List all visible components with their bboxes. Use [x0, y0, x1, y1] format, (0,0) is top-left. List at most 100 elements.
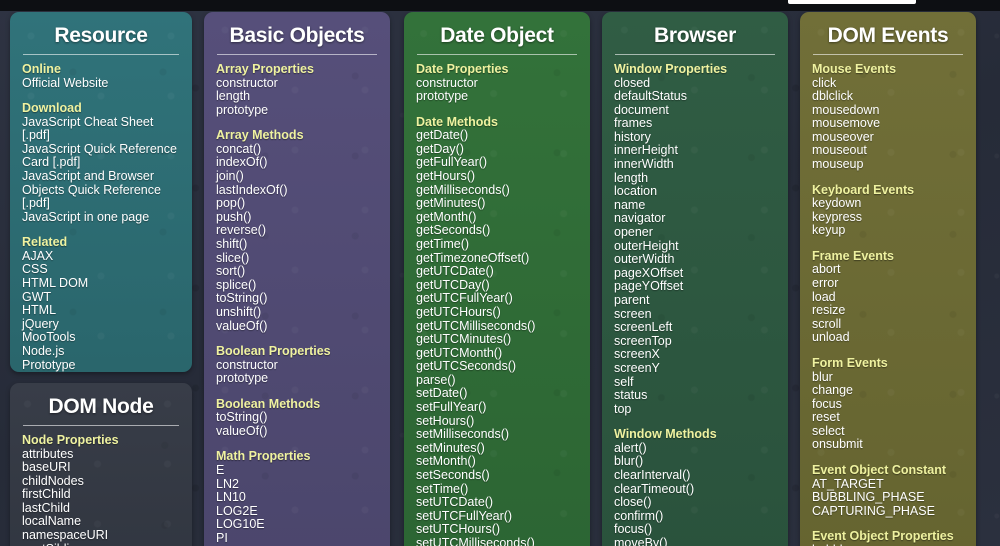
list-item[interactable]: CAPTURING_PHASE	[812, 504, 964, 519]
list-item[interactable]: confirm()	[614, 509, 776, 524]
list-item[interactable]: setMonth()	[416, 455, 578, 469]
list-item[interactable]: change	[812, 383, 964, 398]
list-item[interactable]: resize	[812, 304, 964, 318]
list-item[interactable]: load	[812, 290, 964, 305]
list-item[interactable]: LOG10E	[216, 518, 378, 532]
list-item[interactable]: self	[614, 375, 776, 390]
list-item[interactable]: LOG2E	[216, 504, 378, 519]
list-item[interactable]: toString()	[216, 411, 378, 425]
list-item[interactable]: setMilliseconds()	[416, 428, 578, 442]
list-item[interactable]: length	[614, 171, 776, 186]
list-item[interactable]: getTimezoneOffset()	[416, 251, 578, 266]
list-item[interactable]: valueOf()	[216, 319, 378, 334]
list-item[interactable]: mousedown	[812, 103, 964, 118]
list-item[interactable]: keyup	[812, 224, 964, 238]
list-item[interactable]: getFullYear()	[416, 156, 578, 170]
list-item[interactable]: GWT	[22, 290, 180, 305]
list-item[interactable]: clearInterval()	[614, 468, 776, 483]
list-item[interactable]: setDate()	[416, 387, 578, 401]
list-item[interactable]: abort	[812, 263, 964, 277]
list-item[interactable]: moveBy()	[614, 536, 776, 546]
list-item[interactable]: JavaScript Cheat Sheet [.pdf]	[22, 115, 180, 143]
list-item[interactable]: reverse()	[216, 224, 378, 238]
list-item[interactable]: PI	[216, 531, 378, 546]
list-item[interactable]: getHours()	[416, 169, 578, 184]
list-item[interactable]: sort()	[216, 265, 378, 279]
list-item[interactable]: getMilliseconds()	[416, 183, 578, 198]
list-item[interactable]: splice()	[216, 278, 378, 293]
list-item[interactable]: indexOf()	[216, 156, 378, 170]
list-item[interactable]: keydown	[812, 197, 964, 211]
list-item[interactable]: nextSibling	[22, 542, 180, 546]
list-item[interactable]: getUTCSeconds()	[416, 360, 578, 374]
list-item[interactable]: setUTCHours()	[416, 523, 578, 537]
list-item[interactable]: Prototype	[22, 358, 180, 372]
list-item[interactable]: name	[614, 198, 776, 213]
list-item[interactable]: mouseover	[812, 130, 964, 145]
list-item[interactable]: getDate()	[416, 129, 578, 143]
list-item[interactable]: frames	[614, 117, 776, 131]
list-item[interactable]: localName	[22, 515, 180, 529]
list-item[interactable]: prototype	[416, 89, 578, 104]
list-item[interactable]: JavaScript in one page	[22, 210, 180, 225]
list-item[interactable]: mouseup	[812, 157, 964, 172]
list-item[interactable]: MooTools	[22, 331, 180, 345]
list-item[interactable]: constructor	[216, 358, 378, 373]
list-item[interactable]: slice()	[216, 251, 378, 266]
list-item[interactable]: scroll	[812, 317, 964, 332]
list-item[interactable]: setUTCFullYear()	[416, 509, 578, 524]
list-item[interactable]: setUTCDate()	[416, 496, 578, 510]
list-item[interactable]: dblclick	[812, 89, 964, 104]
list-item[interactable]: unshift()	[216, 305, 378, 320]
list-item[interactable]: close()	[614, 496, 776, 510]
list-item[interactable]: LN10	[216, 491, 378, 505]
list-item[interactable]: innerHeight	[614, 144, 776, 158]
list-item[interactable]: getDay()	[416, 142, 578, 157]
list-item[interactable]: getUTCFullYear()	[416, 292, 578, 306]
list-item[interactable]: lastIndexOf()	[216, 183, 378, 198]
list-item[interactable]: Official Website	[22, 76, 180, 91]
list-item[interactable]: unload	[812, 331, 964, 345]
list-item[interactable]: concat()	[216, 142, 378, 157]
list-item[interactable]: getMinutes()	[416, 197, 578, 211]
list-item[interactable]: mousemove	[812, 117, 964, 131]
list-item[interactable]: constructor	[216, 76, 378, 91]
list-item[interactable]: keypress	[812, 210, 964, 225]
list-item[interactable]: top	[614, 402, 776, 417]
list-item[interactable]: getMonth()	[416, 210, 578, 225]
list-item[interactable]: setTime()	[416, 482, 578, 497]
list-item[interactable]: push()	[216, 210, 378, 225]
list-item[interactable]: getUTCDate()	[416, 265, 578, 279]
list-item[interactable]: outerWidth	[614, 253, 776, 267]
list-item[interactable]: document	[614, 103, 776, 118]
list-item[interactable]: click	[812, 76, 964, 91]
list-item[interactable]: JavaScript Quick Reference Card [.pdf]	[22, 142, 180, 170]
list-item[interactable]: closed	[614, 76, 776, 91]
list-item[interactable]: error	[812, 276, 964, 291]
list-item[interactable]: outerHeight	[614, 239, 776, 254]
list-item[interactable]: setUTCMilliseconds()	[416, 536, 578, 546]
list-item[interactable]: getSeconds()	[416, 224, 578, 238]
list-item[interactable]: getUTCMinutes()	[416, 332, 578, 347]
browser-address-field[interactable]	[788, 0, 916, 4]
list-item[interactable]: getUTCHours()	[416, 305, 578, 320]
list-item[interactable]: jQuery	[22, 317, 180, 332]
list-item[interactable]: clearTimeout()	[614, 482, 776, 497]
list-item[interactable]: BUBBLING_PHASE	[812, 491, 964, 505]
list-item[interactable]: LN2	[216, 477, 378, 492]
list-item[interactable]: onsubmit	[812, 438, 964, 452]
list-item[interactable]: baseURI	[22, 460, 180, 475]
list-item[interactable]: defaultStatus	[614, 89, 776, 104]
list-item[interactable]: CSS	[22, 263, 180, 277]
list-item[interactable]: JavaScript and Browser Objects Quick Ref…	[22, 169, 180, 211]
list-item[interactable]: join()	[216, 169, 378, 184]
list-item[interactable]: E	[216, 463, 378, 478]
list-item[interactable]: screenX	[614, 348, 776, 362]
list-item[interactable]: setFullYear()	[416, 400, 578, 415]
list-item[interactable]: setHours()	[416, 414, 578, 429]
list-item[interactable]: AJAX	[22, 249, 180, 264]
list-item[interactable]: lastChild	[22, 501, 180, 516]
list-item[interactable]: opener	[614, 225, 776, 240]
list-item[interactable]: HTML DOM	[22, 276, 180, 291]
list-item[interactable]: attributes	[22, 447, 180, 462]
